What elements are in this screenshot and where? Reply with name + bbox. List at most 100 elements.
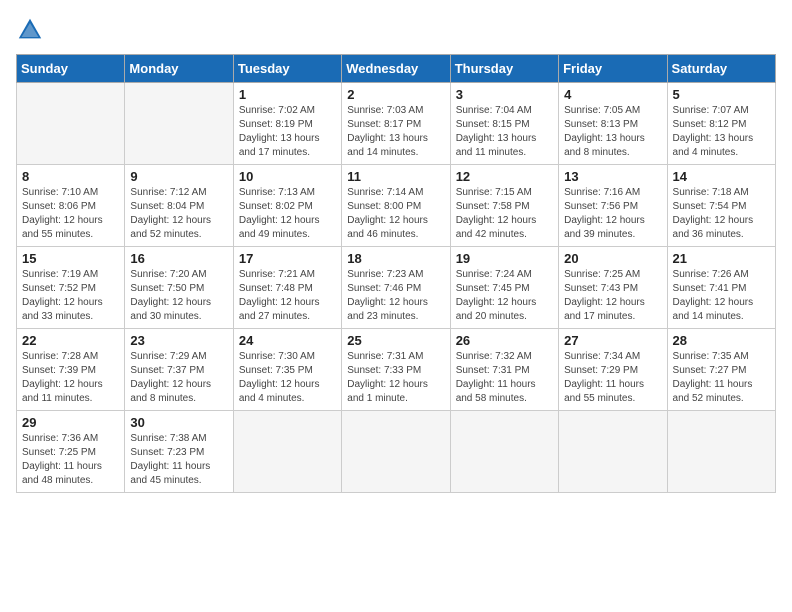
calendar-day-cell [125,83,233,165]
day-number: 23 [130,333,227,348]
calendar-week-row: 15Sunrise: 7:19 AMSunset: 7:52 PMDayligh… [17,247,776,329]
day-info: Sunrise: 7:02 AMSunset: 8:19 PMDaylight:… [239,104,336,160]
day-number: 20 [564,251,661,266]
calendar-day-cell [667,411,775,493]
day-number: 4 [564,87,661,102]
day-number: 30 [130,415,227,430]
day-info: Sunrise: 7:34 AMSunset: 7:29 PMDaylight:… [564,350,661,406]
calendar-day-cell: 26 Sunrise: 7:32 AMSunset: 7:31 PMDayligh… [450,329,558,411]
calendar-day-cell: 13 Sunrise: 7:16 AMSunset: 7:56 PMDayligh… [559,165,667,247]
day-number: 13 [564,169,661,184]
calendar-day-cell: 20 Sunrise: 7:25 AMSunset: 7:43 PMDayligh… [559,247,667,329]
day-info: Sunrise: 7:05 AMSunset: 8:13 PMDaylight:… [564,104,661,160]
calendar-day-cell: 24 Sunrise: 7:30 AMSunset: 7:35 PMDayligh… [233,329,341,411]
calendar-day-cell: 1 Sunrise: 7:02 AMSunset: 8:19 PMDaylight… [233,83,341,165]
day-info: Sunrise: 7:35 AMSunset: 7:27 PMDaylight:… [673,350,770,406]
day-number: 15 [22,251,119,266]
calendar-week-row: 22 Sunrise: 7:28 AMSunset: 7:39 PMDayligh… [17,329,776,411]
calendar-day-cell: 5 Sunrise: 7:07 AMSunset: 8:12 PMDaylight… [667,83,775,165]
logo [16,16,48,44]
calendar-day-cell: 27 Sunrise: 7:34 AMSunset: 7:29 PMDayligh… [559,329,667,411]
calendar-day-cell [450,411,558,493]
day-info: Sunrise: 7:36 AMSunset: 7:25 PMDaylight:… [22,432,119,488]
day-number: 21 [673,251,770,266]
day-number: 16 [130,251,227,266]
calendar-day-cell: 3Sunrise: 7:04 AMSunset: 8:15 PMDaylight… [450,83,558,165]
day-info: Sunrise: 7:26 AMSunset: 7:41 PMDaylight:… [673,268,770,324]
calendar-day-cell: 19Sunrise: 7:24 AMSunset: 7:45 PMDayligh… [450,247,558,329]
calendar-week-row: 8 Sunrise: 7:10 AMSunset: 8:06 PMDaylight… [17,165,776,247]
calendar-day-cell [559,411,667,493]
calendar-day-cell: 2 Sunrise: 7:03 AMSunset: 8:17 PMDaylight… [342,83,450,165]
day-of-week-header: Tuesday [233,55,341,83]
calendar-day-cell: 29Sunrise: 7:36 AMSunset: 7:25 PMDayligh… [17,411,125,493]
day-number: 27 [564,333,661,348]
calendar: SundayMondayTuesdayWednesdayThursdayFrid… [16,54,776,493]
calendar-day-cell: 25 Sunrise: 7:31 AMSunset: 7:33 PMDayligh… [342,329,450,411]
day-of-week-header: Wednesday [342,55,450,83]
calendar-day-cell: 23 Sunrise: 7:29 AMSunset: 7:37 PMDayligh… [125,329,233,411]
day-of-week-header: Sunday [17,55,125,83]
calendar-day-cell [233,411,341,493]
day-info: Sunrise: 7:10 AMSunset: 8:06 PMDaylight:… [22,186,119,242]
day-info: Sunrise: 7:24 AMSunset: 7:45 PMDaylight:… [456,268,553,324]
day-info: Sunrise: 7:32 AMSunset: 7:31 PMDaylight:… [456,350,553,406]
day-info: Sunrise: 7:13 AMSunset: 8:02 PMDaylight:… [239,186,336,242]
day-number: 9 [130,169,227,184]
day-info: Sunrise: 7:15 AMSunset: 7:58 PMDaylight:… [456,186,553,242]
calendar-day-cell [17,83,125,165]
calendar-day-cell: 11 Sunrise: 7:14 AMSunset: 8:00 PMDayligh… [342,165,450,247]
calendar-day-cell: 4 Sunrise: 7:05 AMSunset: 8:13 PMDaylight… [559,83,667,165]
day-info: Sunrise: 7:04 AMSunset: 8:15 PMDaylight:… [456,104,553,160]
calendar-day-cell: 14 Sunrise: 7:18 AMSunset: 7:54 PMDayligh… [667,165,775,247]
calendar-header-row: SundayMondayTuesdayWednesdayThursdayFrid… [17,55,776,83]
day-number: 12 [456,169,553,184]
day-number: 11 [347,169,444,184]
day-of-week-header: Saturday [667,55,775,83]
day-info: Sunrise: 7:28 AMSunset: 7:39 PMDaylight:… [22,350,119,406]
calendar-day-cell: 9Sunrise: 7:12 AMSunset: 8:04 PMDaylight… [125,165,233,247]
day-number: 22 [22,333,119,348]
day-of-week-header: Friday [559,55,667,83]
day-number: 17 [239,251,336,266]
calendar-day-cell: 16Sunrise: 7:20 AMSunset: 7:50 PMDayligh… [125,247,233,329]
calendar-day-cell: 15Sunrise: 7:19 AMSunset: 7:52 PMDayligh… [17,247,125,329]
calendar-day-cell: 22 Sunrise: 7:28 AMSunset: 7:39 PMDayligh… [17,329,125,411]
calendar-day-cell [342,411,450,493]
day-number: 10 [239,169,336,184]
day-info: Sunrise: 7:23 AMSunset: 7:46 PMDaylight:… [347,268,444,324]
day-info: Sunrise: 7:16 AMSunset: 7:56 PMDaylight:… [564,186,661,242]
day-number: 2 [347,87,444,102]
calendar-week-row: 29Sunrise: 7:36 AMSunset: 7:25 PMDayligh… [17,411,776,493]
day-info: Sunrise: 7:31 AMSunset: 7:33 PMDaylight:… [347,350,444,406]
calendar-week-row: 1 Sunrise: 7:02 AMSunset: 8:19 PMDaylight… [17,83,776,165]
day-info: Sunrise: 7:18 AMSunset: 7:54 PMDaylight:… [673,186,770,242]
day-number: 26 [456,333,553,348]
calendar-day-cell: 17 Sunrise: 7:21 AMSunset: 7:48 PMDayligh… [233,247,341,329]
day-info: Sunrise: 7:14 AMSunset: 8:00 PMDaylight:… [347,186,444,242]
day-number: 8 [22,169,119,184]
day-info: Sunrise: 7:29 AMSunset: 7:37 PMDaylight:… [130,350,227,406]
calendar-day-cell: 10 Sunrise: 7:13 AMSunset: 8:02 PMDayligh… [233,165,341,247]
day-number: 14 [673,169,770,184]
day-number: 18 [347,251,444,266]
day-number: 5 [673,87,770,102]
day-number: 1 [239,87,336,102]
logo-icon [16,16,44,44]
day-of-week-header: Monday [125,55,233,83]
day-info: Sunrise: 7:07 AMSunset: 8:12 PMDaylight:… [673,104,770,160]
day-number: 28 [673,333,770,348]
day-info: Sunrise: 7:21 AMSunset: 7:48 PMDaylight:… [239,268,336,324]
calendar-day-cell: 8 Sunrise: 7:10 AMSunset: 8:06 PMDaylight… [17,165,125,247]
day-number: 24 [239,333,336,348]
calendar-day-cell: 30 Sunrise: 7:38 AMSunset: 7:23 PMDayligh… [125,411,233,493]
day-info: Sunrise: 7:38 AMSunset: 7:23 PMDaylight:… [130,432,227,488]
day-number: 25 [347,333,444,348]
day-info: Sunrise: 7:30 AMSunset: 7:35 PMDaylight:… [239,350,336,406]
calendar-day-cell: 21 Sunrise: 7:26 AMSunset: 7:41 PMDayligh… [667,247,775,329]
day-info: Sunrise: 7:03 AMSunset: 8:17 PMDaylight:… [347,104,444,160]
calendar-day-cell: 28 Sunrise: 7:35 AMSunset: 7:27 PMDayligh… [667,329,775,411]
day-info: Sunrise: 7:25 AMSunset: 7:43 PMDaylight:… [564,268,661,324]
calendar-day-cell: 18 Sunrise: 7:23 AMSunset: 7:46 PMDayligh… [342,247,450,329]
day-of-week-header: Thursday [450,55,558,83]
